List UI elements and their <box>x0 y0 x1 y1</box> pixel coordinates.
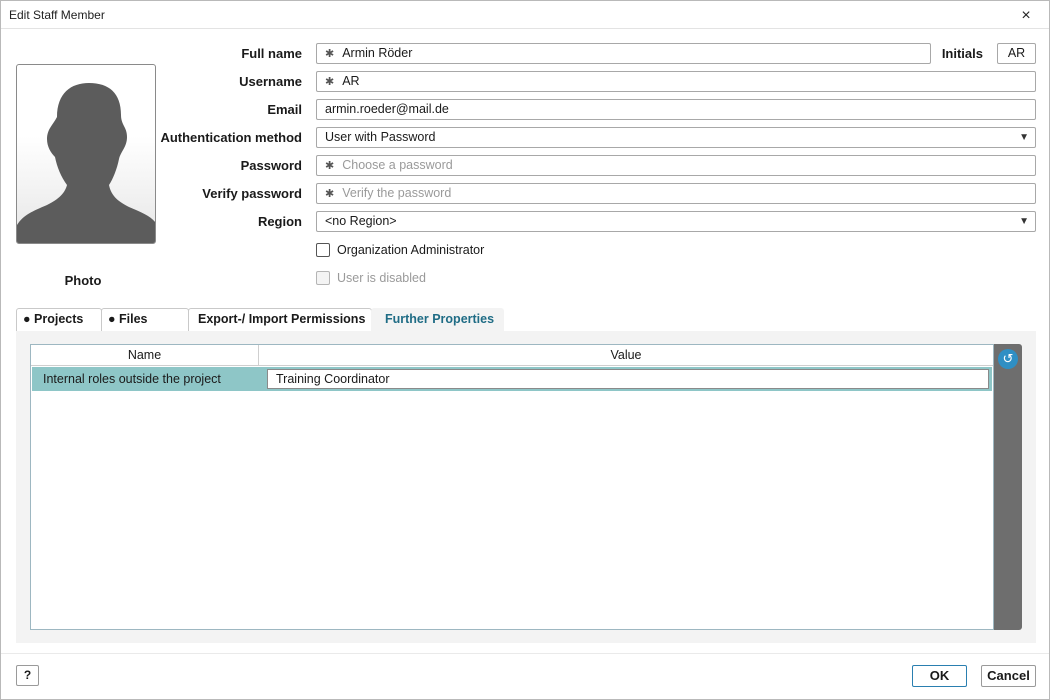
dialog-title: Edit Staff Member <box>9 8 105 22</box>
verify-password-field[interactable]: ✱ Verify the password <box>316 183 1036 204</box>
email-label: Email <box>267 102 302 117</box>
org-admin-label: Organization Administrator <box>337 243 485 257</box>
table-row[interactable]: Internal roles outside the project Train… <box>32 367 992 391</box>
grid-side-toolbar: ↺ <box>994 344 1022 630</box>
required-icon: ✱ <box>325 188 335 200</box>
chevron-down-icon: ▼ <box>1019 216 1029 227</box>
column-header-value[interactable]: Value <box>259 345 993 366</box>
tab-further-properties[interactable]: Further Properties <box>371 308 504 331</box>
title-bar: Edit Staff Member × <box>1 1 1049 29</box>
edit-staff-member-dialog: Edit Staff Member × Photo Full name ✱ Arm… <box>0 0 1050 700</box>
required-icon: ✱ <box>325 76 335 88</box>
user-disabled-label: User is disabled <box>337 271 426 285</box>
verify-password-placeholder: Verify the password <box>342 186 452 200</box>
initials-field[interactable]: AR <box>997 43 1036 64</box>
help-button[interactable]: ? <box>16 665 39 686</box>
username-field[interactable]: ✱ AR <box>316 71 1036 92</box>
further-properties-panel: Name Value Internal roles outside the pr… <box>16 331 1036 643</box>
initials-label: Initials <box>941 46 983 61</box>
tab-bar: ● Projects ● Files Export-/ Import Permi… <box>16 308 1036 331</box>
region-value: <no Region> <box>325 214 397 228</box>
region-dropdown[interactable]: <no Region> ▼ <box>316 211 1036 232</box>
full-name-value: Armin Röder <box>342 46 413 60</box>
auth-method-value: User with Password <box>325 130 436 144</box>
username-value: AR <box>342 74 360 88</box>
footer-divider <box>1 653 1049 654</box>
password-field[interactable]: ✱ Choose a password <box>316 155 1036 176</box>
tab-files[interactable]: ● Files <box>101 308 189 331</box>
user-disabled-checkbox <box>316 271 330 285</box>
password-placeholder: Choose a password <box>342 158 453 172</box>
username-label: Username <box>239 74 302 89</box>
email-field[interactable]: armin.roeder@mail.de <box>316 99 1036 120</box>
region-label: Region <box>257 214 302 229</box>
password-label: Password <box>240 158 302 173</box>
tab-projects[interactable]: ● Projects <box>16 308 102 331</box>
required-icon: ✱ <box>325 160 335 172</box>
properties-grid: Name Value Internal roles outside the pr… <box>30 344 994 630</box>
auth-method-label: Authentication method <box>160 130 302 145</box>
grid-header: Name Value <box>31 345 993 366</box>
property-value-input[interactable]: Training Coordinator <box>267 369 989 389</box>
org-admin-checkbox[interactable] <box>316 243 330 257</box>
ok-button[interactable]: OK <box>912 665 967 687</box>
reset-icon[interactable]: ↺ <box>998 349 1018 369</box>
chevron-down-icon: ▼ <box>1019 132 1029 143</box>
full-name-label: Full name <box>241 46 302 61</box>
tab-export-import-permissions[interactable]: Export-/ Import Permissions <box>188 308 372 331</box>
column-header-name[interactable]: Name <box>31 345 259 366</box>
close-icon[interactable]: × <box>1013 5 1039 27</box>
photo-label: Photo <box>64 273 102 288</box>
cancel-button[interactable]: Cancel <box>981 665 1036 687</box>
property-name-cell: Internal roles outside the project <box>43 372 221 386</box>
required-icon: ✱ <box>325 48 335 60</box>
auth-method-dropdown[interactable]: User with Password ▼ <box>316 127 1036 148</box>
verify-password-label: Verify password <box>202 186 302 201</box>
